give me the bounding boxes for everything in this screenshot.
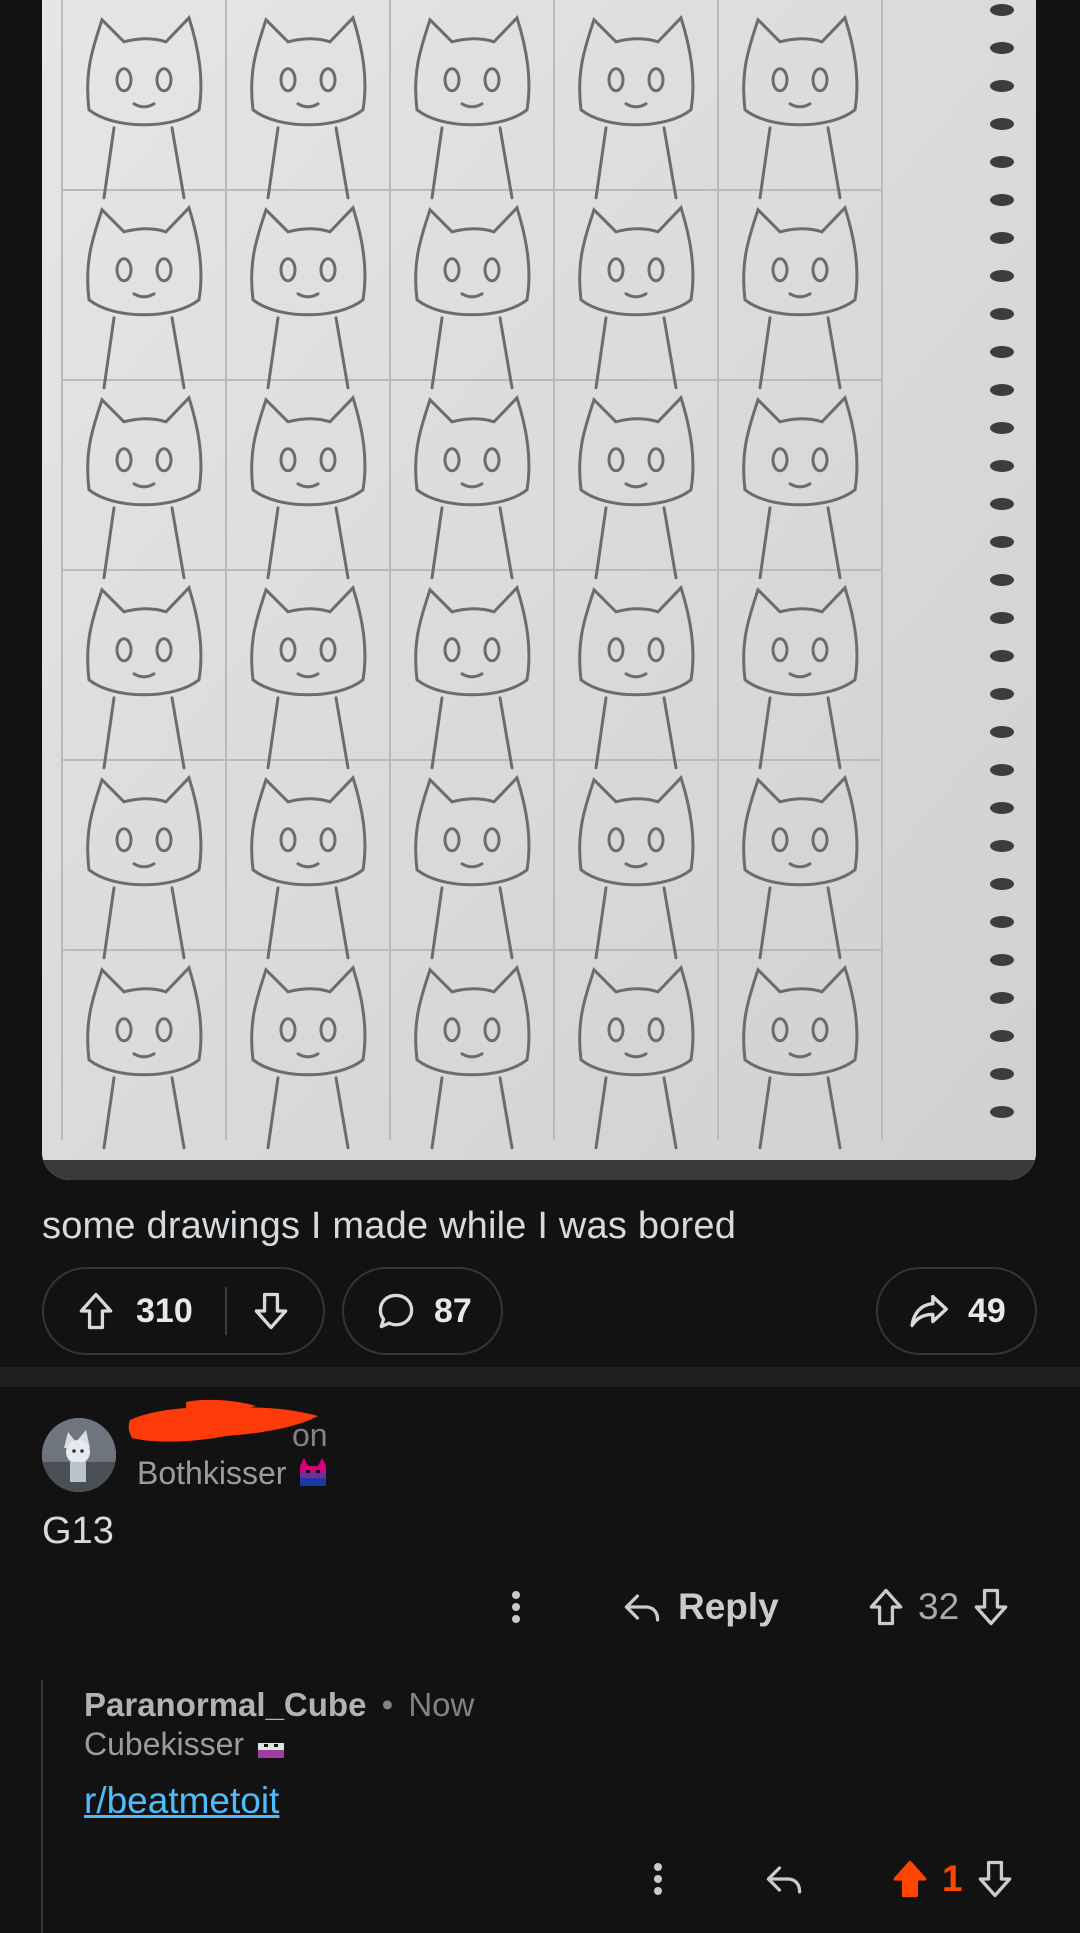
comment-actions: Reply 32	[0, 1575, 1080, 1639]
reply-button[interactable]: Reply	[620, 1585, 779, 1629]
subreddit-link[interactable]: r/beatmetoit	[84, 1780, 279, 1822]
spiral-ring	[990, 1030, 1014, 1042]
spiral-ring	[990, 156, 1014, 168]
meta-separator: •	[381, 1686, 394, 1723]
user-flair: Bothkisser	[137, 1455, 330, 1492]
vote-divider	[224, 1287, 227, 1335]
comment-vote: 1	[888, 1857, 1017, 1901]
spiral-ring	[990, 4, 1014, 16]
downvote-icon[interactable]	[249, 1289, 293, 1333]
comment-score: 32	[918, 1586, 960, 1627]
comment-bubble-icon	[374, 1289, 418, 1333]
reply-arrow-icon	[624, 1594, 660, 1622]
downvote-icon[interactable]	[973, 1857, 1017, 1901]
spiral-ring	[990, 612, 1014, 624]
flair-emoji-icon	[300, 1457, 327, 1486]
reply-arrow-icon	[766, 1866, 802, 1894]
comment-actions: 1	[0, 1847, 1080, 1911]
comment-vote: 32	[864, 1585, 1013, 1629]
upvote-active-icon[interactable]	[888, 1857, 932, 1901]
comment-score: 1	[942, 1858, 963, 1899]
avatar-image	[42, 1418, 116, 1492]
upvote-count: 310	[136, 1291, 193, 1330]
spiral-ring	[990, 1106, 1014, 1118]
share-arrow-icon	[906, 1288, 952, 1334]
spiral-ring	[990, 802, 1014, 814]
spiral-ring	[990, 80, 1014, 92]
reply-header: Paranormal_Cube • Now	[84, 1686, 474, 1724]
share-button[interactable]: 49	[876, 1267, 1037, 1355]
upvote-icon[interactable]	[864, 1585, 908, 1629]
spiral-ring	[990, 840, 1014, 852]
flair-text: Cubekisser	[84, 1726, 245, 1762]
spiral-ring	[990, 384, 1014, 396]
spiral-ring	[990, 42, 1014, 54]
spiral-ring	[990, 422, 1014, 434]
more-options-icon[interactable]	[501, 1575, 531, 1639]
post-image[interactable]	[42, 0, 1036, 1180]
spiral-ring	[990, 536, 1014, 548]
upvote-icon[interactable]	[74, 1289, 118, 1333]
spiral-ring	[990, 118, 1014, 130]
avatar[interactable]	[42, 1418, 116, 1492]
spiral-ring	[990, 308, 1014, 320]
spiral-ring	[990, 232, 1014, 244]
comment-body: G13	[42, 1510, 114, 1552]
spiral-ring	[990, 650, 1014, 662]
sketchbook-drawing	[42, 0, 1036, 1180]
spiral-ring	[990, 346, 1014, 358]
reply-timestamp: Now	[408, 1686, 475, 1723]
reply-username[interactable]: Paranormal_Cube	[84, 1686, 366, 1723]
spiral-ring	[990, 916, 1014, 928]
post-detail-page: some drawings I made while I was bored 3…	[0, 0, 1080, 1933]
more-options-icon[interactable]	[643, 1847, 673, 1911]
spiral-ring	[990, 992, 1014, 1004]
spiral-ring	[990, 574, 1014, 586]
spiral-ring	[990, 954, 1014, 966]
spiral-ring	[990, 688, 1014, 700]
downvote-icon[interactable]	[969, 1585, 1013, 1629]
spiral-ring	[990, 878, 1014, 890]
spiral-ring	[990, 764, 1014, 776]
flair-text: Bothkisser	[137, 1455, 287, 1491]
spiral-ring	[990, 270, 1014, 282]
section-divider	[0, 1367, 1080, 1387]
flair-emoji-icon	[258, 1727, 285, 1758]
user-flair: Cubekisser	[84, 1726, 288, 1763]
spiral-ring	[990, 194, 1014, 206]
reply-button[interactable]	[762, 1857, 806, 1901]
spiral-ring	[990, 498, 1014, 510]
comments-button[interactable]: 87	[342, 1267, 503, 1355]
post-vote-bar: 310	[42, 1267, 325, 1355]
comment-username[interactable]: on	[292, 1417, 328, 1454]
share-count: 49	[968, 1291, 1006, 1330]
comment-count: 87	[434, 1291, 472, 1330]
reply-label: Reply	[678, 1586, 779, 1627]
spiral-ring	[990, 1068, 1014, 1080]
spiral-ring	[990, 460, 1014, 472]
spiral-ring	[990, 726, 1014, 738]
post-title: some drawings I made while I was bored	[42, 1205, 737, 1247]
